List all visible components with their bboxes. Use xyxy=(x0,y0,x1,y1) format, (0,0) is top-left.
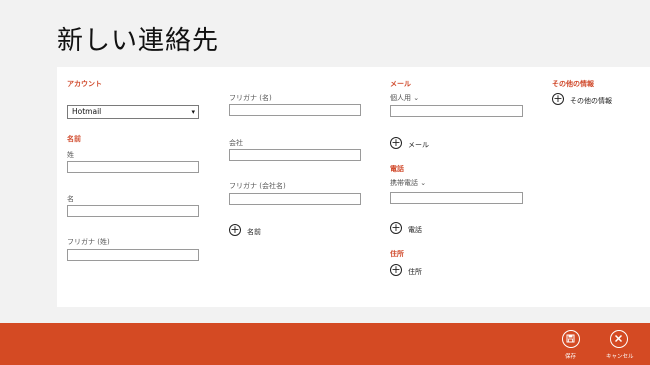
chevron-down-icon: ▾ xyxy=(191,108,195,116)
name-section-heading: 名前 xyxy=(67,135,81,143)
furigana-last-field[interactable] xyxy=(67,249,199,261)
chevron-down-icon: ⌄ xyxy=(413,94,420,102)
email-type-selector[interactable]: 個人用 ⌄ xyxy=(390,93,419,103)
close-icon xyxy=(610,330,628,348)
furigana-company-label: フリガナ (会社名) xyxy=(229,182,286,190)
plus-icon: + xyxy=(390,221,402,234)
account-section-heading: アカウント xyxy=(67,80,102,88)
plus-icon: + xyxy=(390,263,402,276)
last-name-field[interactable] xyxy=(67,161,199,173)
chevron-down-icon: ⌄ xyxy=(420,179,427,187)
first-name-field[interactable] xyxy=(67,205,199,217)
save-button[interactable]: 保存 xyxy=(556,329,586,363)
plus-icon: + xyxy=(552,92,564,105)
address-section-heading: 住所 xyxy=(390,250,404,258)
phone-field[interactable] xyxy=(390,192,523,204)
add-name-button[interactable]: + 名前 xyxy=(229,224,289,238)
add-other-info-button[interactable]: + その他の情報 xyxy=(552,93,632,107)
furigana-company-field[interactable] xyxy=(229,193,361,205)
email-field[interactable] xyxy=(390,105,523,117)
save-icon xyxy=(562,330,580,348)
add-other-info-label: その他の情報 xyxy=(570,97,612,105)
phone-type-label: 携帯電話 xyxy=(390,179,418,187)
add-email-button[interactable]: + メール xyxy=(390,137,450,151)
account-select-value: Hotmail xyxy=(72,107,102,116)
add-name-label: 名前 xyxy=(247,228,261,236)
company-field[interactable] xyxy=(229,149,361,161)
account-select[interactable]: Hotmail ▾ xyxy=(67,105,199,119)
add-email-label: メール xyxy=(408,141,429,149)
plus-icon: + xyxy=(390,136,402,149)
email-section-heading: メール xyxy=(390,80,411,88)
email-type-label: 個人用 xyxy=(390,94,411,102)
plus-icon: + xyxy=(229,223,241,236)
page-title: 新しい連絡先 xyxy=(57,26,220,56)
furigana-first-label: フリガナ (名) xyxy=(229,94,272,102)
phone-section-heading: 電話 xyxy=(390,165,404,173)
add-address-label: 住所 xyxy=(408,268,422,276)
add-phone-label: 電話 xyxy=(408,226,422,234)
save-label: 保存 xyxy=(565,354,577,360)
app-bar xyxy=(0,323,650,365)
add-address-button[interactable]: + 住所 xyxy=(390,264,450,278)
cancel-button[interactable]: キャンセル xyxy=(604,329,638,363)
cancel-label: キャンセル xyxy=(606,354,634,360)
company-label: 会社 xyxy=(229,139,243,147)
last-name-label: 姓 xyxy=(67,151,74,159)
furigana-first-field[interactable] xyxy=(229,104,361,116)
first-name-label: 名 xyxy=(67,195,74,203)
furigana-last-label: フリガナ (姓) xyxy=(67,238,110,246)
other-info-section-heading: その他の情報 xyxy=(552,80,594,88)
phone-type-selector[interactable]: 携帯電話 ⌄ xyxy=(390,178,426,188)
add-phone-button[interactable]: + 電話 xyxy=(390,222,450,236)
